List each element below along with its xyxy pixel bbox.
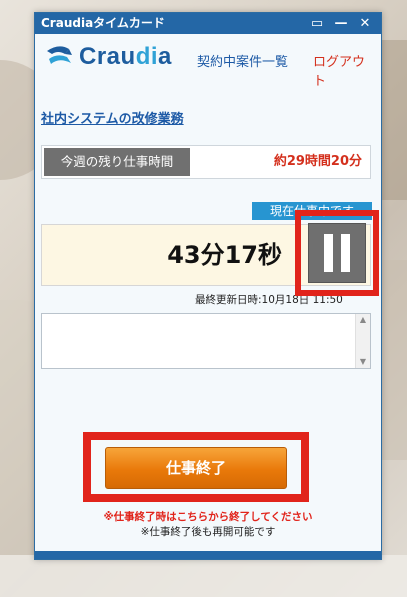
end-work-button[interactable]: 仕事終了 xyxy=(105,447,287,489)
scroll-up-icon[interactable]: ▲ xyxy=(356,314,370,326)
close-icon[interactable]: ✕ xyxy=(355,13,375,34)
resume-note: ※仕事終了後も再開可能です xyxy=(140,526,276,538)
elapsed-time: 43分17秒 xyxy=(167,241,282,269)
end-work-highlight-frame: 仕事終了 xyxy=(83,432,309,502)
pause-highlight-frame xyxy=(295,210,379,296)
end-work-warning: ※仕事終了時はこちらから終了してください xyxy=(103,511,313,523)
background-shape xyxy=(0,555,407,597)
memo-scrollbar[interactable]: ▲ ▼ xyxy=(355,314,370,368)
logo-text: Craudia xyxy=(79,43,172,70)
minimize-icon[interactable]: — xyxy=(331,13,351,34)
pause-button[interactable] xyxy=(308,223,366,283)
memo-textarea[interactable]: ▲ ▼ xyxy=(41,313,371,369)
title-bar[interactable]: Craudiaタイムカード ▭ — ✕ xyxy=(35,13,381,34)
pause-icon xyxy=(341,234,350,272)
remaining-time-box: 今週の残り仕事時間 約29時間20分 xyxy=(41,145,371,179)
scroll-down-icon[interactable]: ▼ xyxy=(356,356,370,368)
pause-icon xyxy=(324,234,333,272)
window-title: Craudiaタイムカード xyxy=(41,16,165,30)
logout-link[interactable]: ログアウト xyxy=(313,51,377,89)
project-title-link[interactable]: 社内システムの改修業務 xyxy=(41,108,184,127)
window-bottom-bar xyxy=(35,551,381,559)
restore-icon[interactable]: ▭ xyxy=(307,13,327,34)
remaining-time-value: 約29時間20分 xyxy=(273,154,362,169)
logo-mark-icon xyxy=(47,46,72,64)
contracts-list-link[interactable]: 契約中案件一覧 xyxy=(197,51,288,70)
craudia-logo: Craudia xyxy=(43,41,193,73)
remaining-time-label: 今週の残り仕事時間 xyxy=(44,148,190,176)
app-header: Craudia 契約中案件一覧 ログアウト xyxy=(41,39,377,89)
timecard-window: Craudiaタイムカード ▭ — ✕ Craudia 契約中案件一覧 ログアウ… xyxy=(34,12,382,560)
